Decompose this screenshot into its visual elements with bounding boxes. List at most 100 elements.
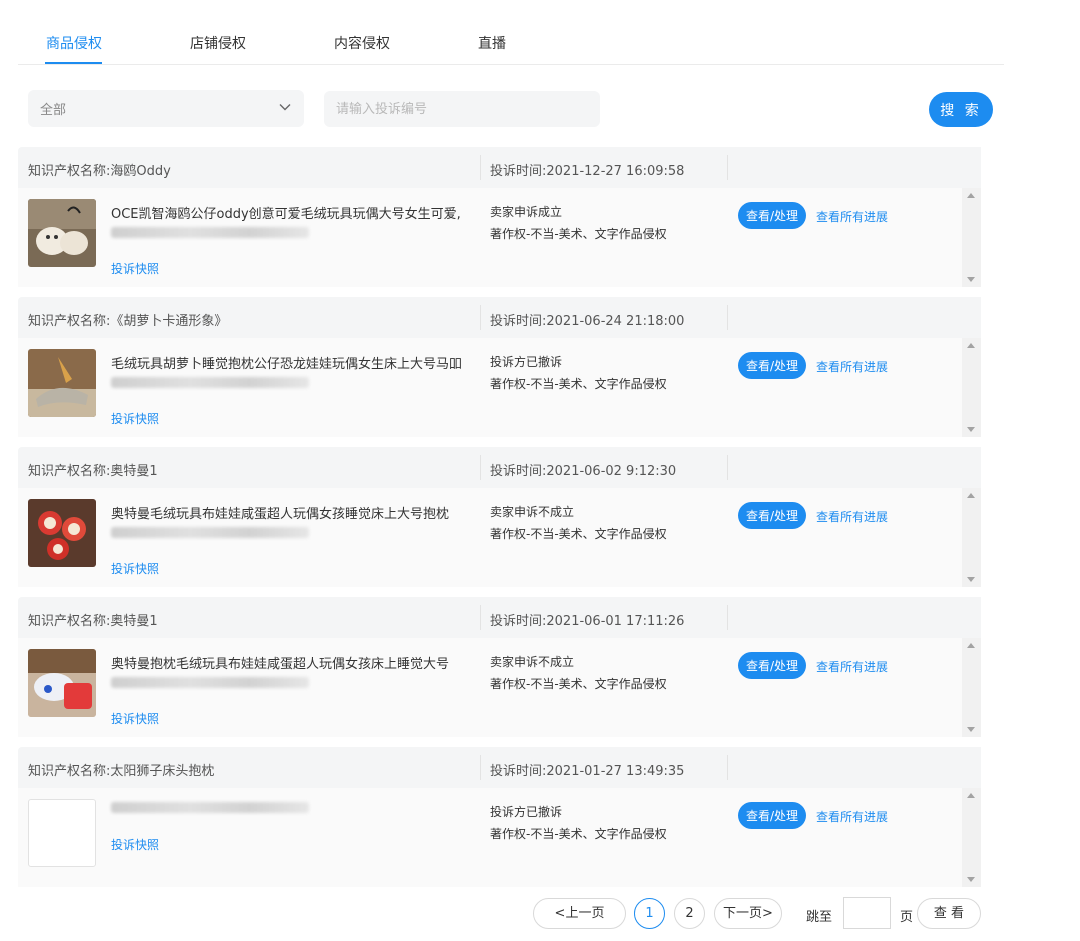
divider xyxy=(480,755,481,780)
product-thumbnail xyxy=(28,649,96,717)
complaint-number-input[interactable] xyxy=(324,91,600,127)
divider xyxy=(480,305,481,330)
divider xyxy=(727,455,728,480)
redacted-text xyxy=(111,377,309,388)
view-all-progress-link[interactable]: 查看所有进展 xyxy=(816,808,888,825)
divider xyxy=(727,755,728,780)
product-title[interactable]: OCE凯智海鸥公仔oddy创意可爱毛绒玩具玩偶大号女生可爱, xyxy=(111,203,483,222)
status-select-value: 全部 xyxy=(40,103,67,118)
page-unit-label: 页 xyxy=(900,910,914,925)
tab-content-infringement[interactable]: 内容侵权 xyxy=(334,33,390,53)
scroll-down-arrow-icon[interactable] xyxy=(967,277,975,282)
complaint-status: 投诉方已撤诉 xyxy=(490,805,563,819)
complaint-type: 著作权-不当-美术、文字作品侵权 xyxy=(490,527,667,541)
tab-bar: 商品侵权 店铺侵权 内容侵权 直播 xyxy=(18,0,1004,65)
complaint-snapshot-link[interactable]: 投诉快照 xyxy=(111,710,159,727)
product-thumbnail xyxy=(28,349,96,417)
complaint-body: OCE凯智海鸥公仔oddy创意可爱毛绒玩具玩偶大号女生可爱, 投诉快照 卖家申诉… xyxy=(18,188,962,287)
view-handle-button[interactable]: 查看/处理 xyxy=(738,652,806,679)
redacted-text xyxy=(111,677,309,688)
view-handle-button[interactable]: 查看/处理 xyxy=(738,352,806,379)
complaint-card: 知识产权名称:奥特曼1 投诉时间:2021-06-02 9:12:30 奥特曼毛… xyxy=(18,447,981,587)
tab-live[interactable]: 直播 xyxy=(478,33,506,53)
complaint-body: 投诉快照 投诉方已撤诉 著作权-不当-美术、文字作品侵权 查看/处理 查看所有进… xyxy=(18,788,962,887)
scrollbar[interactable] xyxy=(962,188,981,287)
jump-to-label: 跳至 xyxy=(806,910,833,925)
complaint-type: 著作权-不当-美术、文字作品侵权 xyxy=(490,827,667,841)
page-1-button[interactable]: 1 xyxy=(634,898,665,929)
complaint-header: 知识产权名称:海鸥Oddy 投诉时间:2021-12-27 16:09:58 xyxy=(18,147,962,188)
page-number-input[interactable] xyxy=(843,897,891,929)
scrollbar[interactable] xyxy=(962,488,981,587)
complaint-snapshot-link[interactable]: 投诉快照 xyxy=(111,560,159,577)
view-handle-button[interactable]: 查看/处理 xyxy=(738,802,806,829)
divider xyxy=(727,305,728,330)
divider xyxy=(480,605,481,630)
complaint-time: 投诉时间:2021-06-24 21:18:00 xyxy=(490,314,685,329)
product-thumbnail xyxy=(28,799,96,867)
redacted-text xyxy=(111,527,309,538)
product-thumbnail xyxy=(28,199,96,267)
ip-name: 知识产权名称:奥特曼1 xyxy=(28,464,158,479)
view-all-progress-link[interactable]: 查看所有进展 xyxy=(816,508,888,525)
go-to-page-button[interactable]: 查 看 xyxy=(917,898,981,929)
view-all-progress-link[interactable]: 查看所有进展 xyxy=(816,358,888,375)
complaint-type: 著作权-不当-美术、文字作品侵权 xyxy=(490,377,667,391)
view-handle-button[interactable]: 查看/处理 xyxy=(738,202,806,229)
product-title[interactable]: 奥特曼抱枕毛绒玩具布娃娃咸蛋超人玩偶女孩床上睡觉大号 xyxy=(111,653,483,672)
scroll-down-arrow-icon[interactable] xyxy=(967,577,975,582)
complaint-header: 知识产权名称:奥特曼1 投诉时间:2021-06-01 17:11:26 xyxy=(18,597,962,638)
scroll-up-arrow-icon[interactable] xyxy=(967,793,975,798)
active-tab-indicator xyxy=(45,62,102,64)
scrollbar[interactable] xyxy=(962,338,981,437)
view-all-progress-link[interactable]: 查看所有进展 xyxy=(816,658,888,675)
status-select[interactable]: 全部 xyxy=(28,90,304,127)
scrollbar[interactable] xyxy=(962,788,981,887)
complaint-status: 投诉方已撤诉 xyxy=(490,355,563,369)
product-title[interactable]: 奥特曼毛绒玩具布娃娃咸蛋超人玩偶女孩睡觉床上大号抱枕 xyxy=(111,503,483,522)
divider xyxy=(480,155,481,180)
scroll-up-arrow-icon[interactable] xyxy=(967,493,975,498)
divider xyxy=(727,155,728,180)
complaint-card: 知识产权名称:太阳狮子床头抱枕 投诉时间:2021-01-27 13:49:35… xyxy=(18,747,981,887)
complaint-body: 奥特曼抱枕毛绒玩具布娃娃咸蛋超人玩偶女孩床上睡觉大号 投诉快照 卖家申诉不成立 … xyxy=(18,638,962,737)
ip-name: 知识产权名称:海鸥Oddy xyxy=(28,164,171,179)
complaint-snapshot-link[interactable]: 投诉快照 xyxy=(111,836,159,853)
complaint-header: 知识产权名称:太阳狮子床头抱枕 投诉时间:2021-01-27 13:49:35 xyxy=(18,747,962,788)
tab-store-infringement[interactable]: 店铺侵权 xyxy=(190,33,246,53)
product-thumbnail xyxy=(28,499,96,567)
ip-name: 知识产权名称:太阳狮子床头抱枕 xyxy=(28,764,215,779)
divider xyxy=(480,455,481,480)
next-page-button[interactable]: 下一页> xyxy=(714,898,782,929)
scroll-down-arrow-icon[interactable] xyxy=(967,877,975,882)
prev-page-button[interactable]: <上一页 xyxy=(533,898,626,929)
complaint-body: 奥特曼毛绒玩具布娃娃咸蛋超人玩偶女孩睡觉床上大号抱枕 投诉快照 卖家申诉不成立 … xyxy=(18,488,962,587)
complaint-body: 毛绒玩具胡萝卜睡觉抱枕公仔恐龙娃娃玩偶女生床上大号马吅 投诉快照 投诉方已撤诉 … xyxy=(18,338,962,437)
view-handle-button[interactable]: 查看/处理 xyxy=(738,502,806,529)
complaint-card: 知识产权名称:奥特曼1 投诉时间:2021-06-01 17:11:26 奥特曼… xyxy=(18,597,981,737)
scroll-up-arrow-icon[interactable] xyxy=(967,343,975,348)
redacted-text xyxy=(111,227,309,238)
scroll-up-arrow-icon[interactable] xyxy=(967,643,975,648)
complaint-snapshot-link[interactable]: 投诉快照 xyxy=(111,410,159,427)
chevron-down-icon xyxy=(279,104,291,111)
ip-name: 知识产权名称:奥特曼1 xyxy=(28,614,158,629)
page-2-button[interactable]: 2 xyxy=(674,898,705,929)
scrollbar[interactable] xyxy=(962,638,981,737)
ip-name: 知识产权名称:《胡萝卜卡通形象》 xyxy=(28,314,228,329)
complaint-time: 投诉时间:2021-12-27 16:09:58 xyxy=(490,164,685,179)
scroll-down-arrow-icon[interactable] xyxy=(967,727,975,732)
scroll-up-arrow-icon[interactable] xyxy=(967,193,975,198)
complaint-card: 知识产权名称:《胡萝卜卡通形象》 投诉时间:2021-06-24 21:18:0… xyxy=(18,297,981,437)
scroll-down-arrow-icon[interactable] xyxy=(967,427,975,432)
complaint-time: 投诉时间:2021-06-01 17:11:26 xyxy=(490,614,685,629)
divider xyxy=(727,605,728,630)
complaint-snapshot-link[interactable]: 投诉快照 xyxy=(111,260,159,277)
complaint-card: 知识产权名称:海鸥Oddy 投诉时间:2021-12-27 16:09:58 O… xyxy=(18,147,981,287)
search-button[interactable]: 搜 索 xyxy=(929,92,993,127)
tab-product-infringement[interactable]: 商品侵权 xyxy=(46,33,102,53)
view-all-progress-link[interactable]: 查看所有进展 xyxy=(816,208,888,225)
complaint-type: 著作权-不当-美术、文字作品侵权 xyxy=(490,227,667,241)
product-title[interactable]: 毛绒玩具胡萝卜睡觉抱枕公仔恐龙娃娃玩偶女生床上大号马吅 xyxy=(111,353,483,372)
complaint-time: 投诉时间:2021-01-27 13:49:35 xyxy=(490,764,685,779)
